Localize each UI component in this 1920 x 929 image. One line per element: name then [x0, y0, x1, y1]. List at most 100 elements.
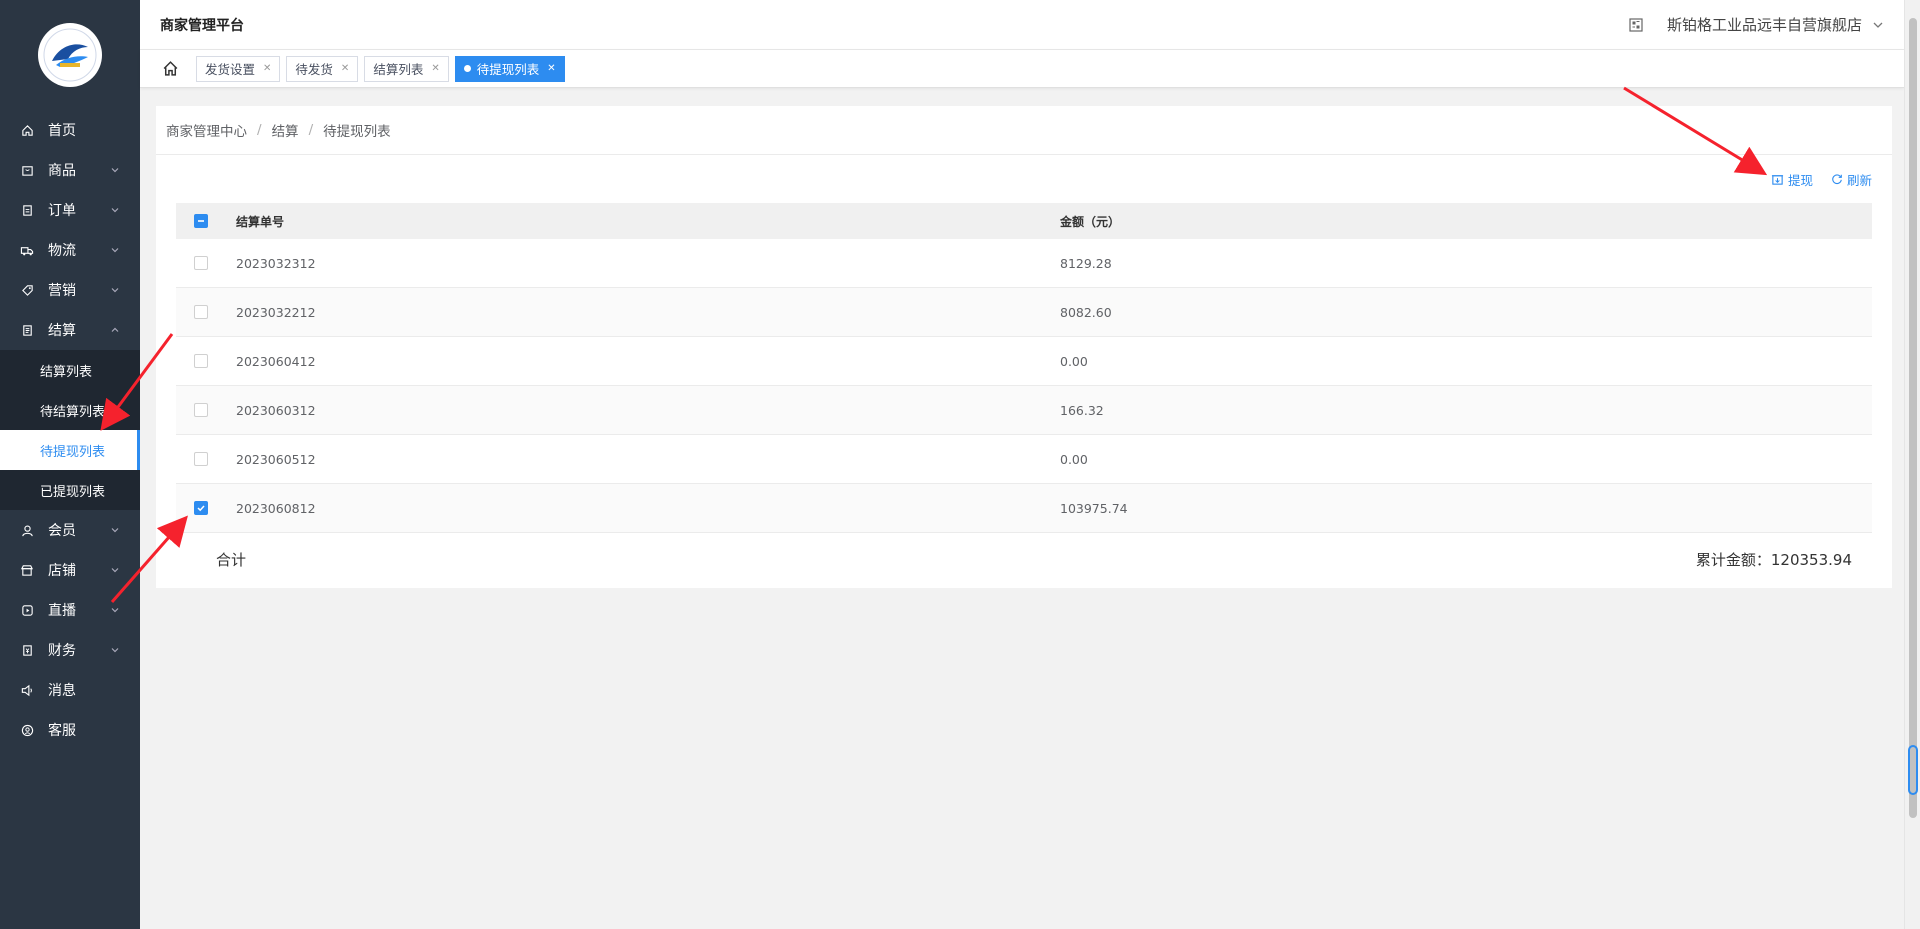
tab-settlement-list[interactable]: 结算列表 ✕ — [364, 55, 449, 82]
settlement-id-cell: 2023060412 — [236, 353, 316, 369]
close-icon[interactable]: ✕ — [341, 63, 349, 74]
amount-cell: 166.32 — [1060, 402, 1104, 418]
breadcrumb-item-current: 待提现列表 — [323, 124, 391, 140]
header-right: 斯铂格工业品远丰自营旗舰店 — [1629, 14, 1884, 35]
sidebar-item-service[interactable]: 客服 — [0, 710, 140, 750]
finance-icon — [20, 643, 34, 657]
amount-cell: 103975.74 — [1060, 500, 1128, 516]
table-row[interactable]: 2023060812 103975.74 — [176, 484, 1872, 533]
chevron-down-icon — [110, 283, 120, 299]
qrcode-icon[interactable] — [1629, 17, 1643, 32]
row-check-cell — [176, 501, 236, 515]
page-scrollbar[interactable] — [1904, 0, 1920, 929]
sidebar-item-order[interactable]: 订单 — [0, 190, 140, 230]
sidebar-item-label: 物流 — [48, 243, 76, 259]
sidebar-item-marketing[interactable]: 营销 — [0, 270, 140, 310]
breadcrumb-item[interactable]: 商家管理中心 — [166, 120, 247, 140]
sidebar-item-message[interactable]: 消息 — [0, 670, 140, 710]
sidebar: 首页 商品 订单 物流 营销 结算 结算列表 待结算列表 待提现列表 已提现列表… — [0, 0, 140, 929]
close-icon[interactable]: ✕ — [431, 63, 439, 74]
settlement-id-cell: 2023060812 — [236, 500, 316, 516]
amount-cell: 0.00 — [1060, 451, 1088, 467]
withdraw-icon — [1771, 174, 1784, 185]
sidebar-item-label: 消息 — [48, 683, 76, 699]
breadcrumb-item[interactable]: 结算 — [272, 120, 299, 140]
chevron-down-icon — [110, 243, 120, 259]
chevron-up-icon — [110, 323, 120, 339]
chevron-down-icon — [110, 603, 120, 619]
amount-cell: 8082.60 — [1060, 304, 1112, 320]
row-checkbox[interactable] — [194, 452, 208, 466]
sidebar-subitem-withdrawn[interactable]: 已提现列表 — [0, 470, 140, 510]
home-icon — [20, 123, 34, 137]
tab-label: 待发货 — [295, 62, 333, 77]
withdraw-label: 提现 — [1787, 172, 1813, 188]
table-row[interactable]: 2023032212 8082.60 — [176, 288, 1872, 337]
shop-name[interactable]: 斯铂格工业品远丰自营旗舰店 — [1667, 14, 1862, 35]
summary-label: 合计 — [216, 550, 247, 569]
settlement-id-cell: 2023060312 — [236, 402, 316, 418]
column-header-amount: 金额（元） — [1060, 214, 1121, 229]
brand-logo[interactable] — [38, 23, 102, 87]
tab-pending-withdraw[interactable]: 待提现列表 ✕ — [454, 55, 565, 82]
table-row[interactable]: 2023060412 0.00 — [176, 337, 1872, 386]
sidebar-item-live[interactable]: 直播 — [0, 590, 140, 630]
row-checkbox[interactable] — [194, 354, 208, 368]
refresh-icon — [1832, 174, 1842, 185]
sidebar-item-home[interactable]: 首页 — [0, 110, 140, 150]
sidebar-item-member[interactable]: 会员 — [0, 510, 140, 550]
chevron-down-icon — [110, 643, 120, 659]
refresh-button[interactable]: 刷新 — [1831, 170, 1872, 189]
row-checkbox[interactable] — [194, 501, 208, 515]
sidebar-item-label: 营销 — [48, 283, 76, 299]
scrollbar-thumb[interactable] — [1909, 18, 1917, 818]
amount-cell: 0.00 — [1060, 353, 1088, 369]
table-row[interactable]: 2023032312 8129.28 — [176, 239, 1872, 288]
tab-shipping-settings[interactable]: 发货设置 ✕ — [196, 55, 281, 82]
speaker-icon — [20, 683, 34, 697]
close-icon[interactable]: ✕ — [263, 63, 271, 74]
total-value: 120353.94 — [1770, 550, 1852, 569]
breadcrumb: 商家管理中心 / 结算 / 待提现列表 — [156, 106, 1892, 155]
chevron-down-icon — [110, 163, 120, 179]
table-row[interactable]: 2023060512 0.00 — [176, 435, 1872, 484]
sidebar-subitem-pending-withdraw[interactable]: 待提现列表 — [0, 430, 140, 470]
summary-total: 累计金额：120353.94 — [1696, 549, 1852, 570]
sidebar-item-label: 店铺 — [48, 563, 76, 579]
logo-area — [0, 0, 140, 110]
sidebar-item-store[interactable]: 店铺 — [0, 550, 140, 590]
row-check-cell — [176, 305, 236, 319]
row-check-cell — [176, 256, 236, 270]
goods-icon — [20, 163, 34, 177]
table-summary: 合计 累计金额：120353.94 — [176, 533, 1872, 585]
chevron-down-icon — [110, 203, 120, 219]
tags-bar: 发货设置 ✕ 待发货 ✕ 结算列表 ✕ 待提现列表 ✕ — [140, 50, 1904, 88]
select-all-checkbox[interactable] — [194, 214, 208, 228]
table-row[interactable]: 2023060312 166.32 — [176, 386, 1872, 435]
sidebar-subitem-settlement-list[interactable]: 结算列表 — [0, 350, 140, 390]
withdraw-button[interactable]: 提现 — [1771, 170, 1813, 189]
row-check-cell — [176, 452, 236, 466]
chevron-down-icon — [110, 523, 120, 539]
tab-pending-shipment[interactable]: 待发货 ✕ — [286, 55, 359, 82]
chevron-down-icon[interactable] — [1872, 19, 1884, 31]
close-icon[interactable]: ✕ — [547, 63, 555, 74]
table-header: 结算单号 金额（元） — [176, 203, 1872, 239]
row-check-cell — [176, 403, 236, 417]
sidebar-item-settlement[interactable]: 结算 — [0, 310, 140, 350]
sidebar-item-finance[interactable]: 财务 — [0, 630, 140, 670]
sidebar-item-label: 首页 — [48, 123, 76, 139]
withdraw-table: 结算单号 金额（元） 2023032312 8129.28 2023032212… — [176, 203, 1872, 585]
row-checkbox[interactable] — [194, 403, 208, 417]
home-icon[interactable] — [160, 59, 180, 79]
sidebar-item-label: 直播 — [48, 603, 76, 619]
sidebar-item-logistics[interactable]: 物流 — [0, 230, 140, 270]
sidebar-subitem-pending-settlement[interactable]: 待结算列表 — [0, 390, 140, 430]
settlement-id-cell: 2023060512 — [236, 451, 316, 467]
sidebar-item-goods[interactable]: 商品 — [0, 150, 140, 190]
amount-cell: 8129.28 — [1060, 255, 1112, 271]
row-checkbox[interactable] — [194, 256, 208, 270]
order-icon — [20, 203, 34, 217]
row-checkbox[interactable] — [194, 305, 208, 319]
app-title: 商家管理平台 — [160, 17, 244, 34]
